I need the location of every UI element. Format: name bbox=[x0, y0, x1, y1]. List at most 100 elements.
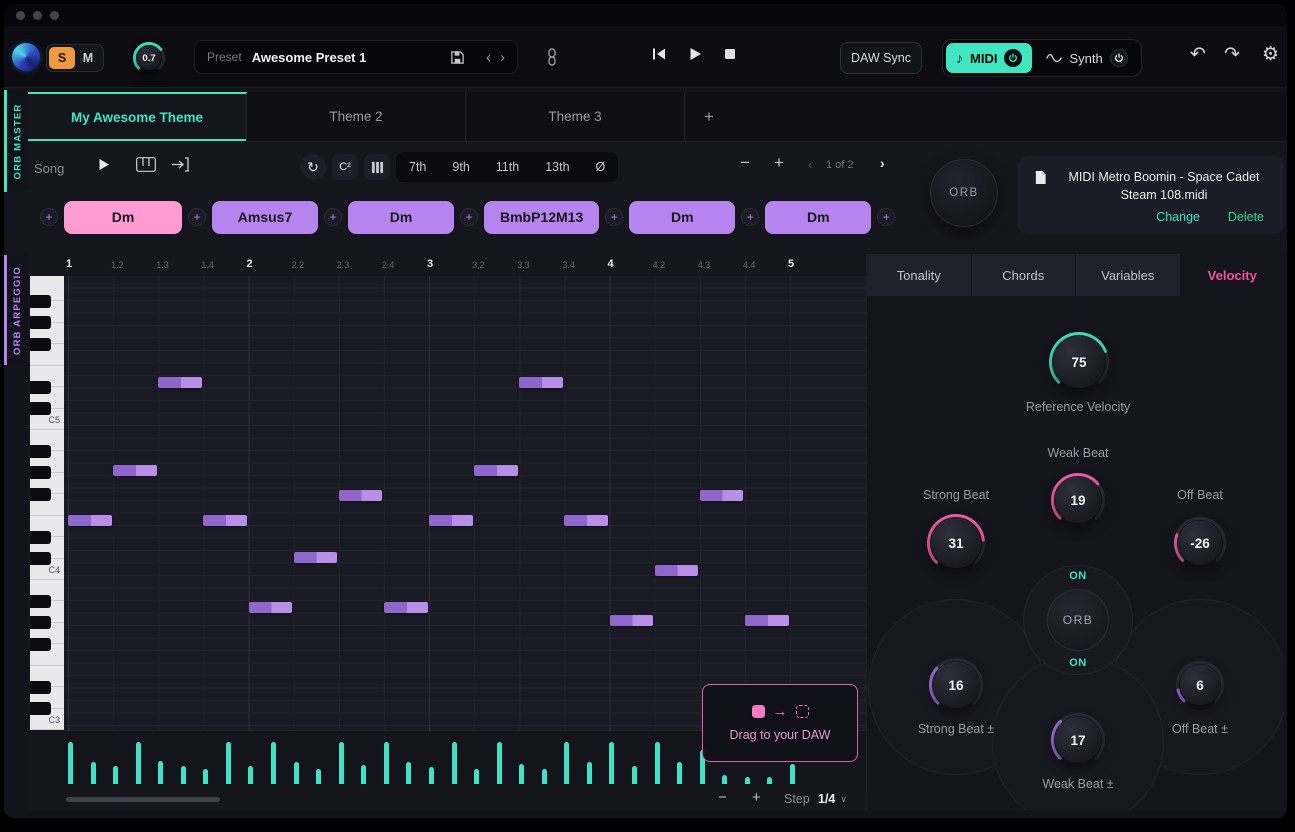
velocity-bar[interactable] bbox=[136, 742, 141, 784]
piano-black-key[interactable] bbox=[30, 531, 51, 544]
tab-variables[interactable]: Variables bbox=[1076, 254, 1181, 296]
midi-note[interactable] bbox=[339, 490, 383, 501]
window-minimize-button[interactable] bbox=[33, 11, 42, 20]
velocity-bar[interactable] bbox=[181, 766, 186, 784]
remove-page-button[interactable]: − bbox=[740, 153, 750, 173]
midi-note[interactable] bbox=[249, 602, 293, 613]
extension-button[interactable]: 9th bbox=[439, 152, 482, 182]
velocity-bar[interactable] bbox=[519, 764, 524, 784]
tab-chords[interactable]: Chords bbox=[972, 254, 1077, 296]
velocity-bar[interactable] bbox=[361, 765, 366, 784]
piano-black-key[interactable] bbox=[30, 595, 51, 608]
weak-beat-knob[interactable]: 19 bbox=[1050, 472, 1106, 528]
synth-power-icon[interactable] bbox=[1110, 49, 1128, 67]
velocity-bar[interactable] bbox=[677, 762, 682, 784]
add-theme-button[interactable]: + bbox=[685, 92, 733, 141]
mute-button[interactable]: M bbox=[75, 47, 101, 69]
play-button[interactable] bbox=[689, 47, 702, 61]
velocity-bar[interactable] bbox=[564, 742, 569, 784]
step-dropdown[interactable]: 1/4 ∨ bbox=[818, 792, 847, 806]
midi-note[interactable] bbox=[113, 465, 157, 476]
velocity-bar[interactable] bbox=[68, 742, 73, 784]
velocity-bar[interactable] bbox=[429, 767, 434, 784]
velocity-bar[interactable] bbox=[158, 761, 163, 784]
velocity-bar[interactable] bbox=[91, 762, 96, 784]
chord-pill[interactable]: Amsus7 bbox=[212, 201, 318, 234]
solo-button[interactable]: S bbox=[49, 47, 75, 69]
midi-note[interactable] bbox=[203, 515, 247, 526]
midi-note[interactable] bbox=[429, 515, 473, 526]
velocity-bar[interactable] bbox=[406, 762, 411, 784]
page-next-button[interactable]: › bbox=[880, 155, 885, 171]
drag-to-daw-box[interactable]: → Drag to your DAW bbox=[702, 684, 858, 762]
piano-black-key[interactable] bbox=[30, 638, 51, 651]
velocity-bar[interactable] bbox=[745, 777, 750, 784]
velocity-bar[interactable] bbox=[632, 766, 637, 784]
velocity-bar[interactable] bbox=[384, 742, 389, 784]
midi-toggle[interactable]: ♪ MIDI bbox=[946, 43, 1032, 73]
velocity-bar[interactable] bbox=[542, 769, 547, 784]
undo-button[interactable]: ↶ bbox=[1190, 45, 1206, 64]
velocity-bar[interactable] bbox=[248, 766, 253, 784]
piano-black-key[interactable] bbox=[30, 466, 51, 479]
add-chord-button[interactable]: + bbox=[877, 208, 895, 226]
off-beat-knob[interactable]: -26 bbox=[1173, 516, 1227, 570]
velocity-bar[interactable] bbox=[722, 775, 727, 784]
piano-black-key[interactable] bbox=[30, 552, 51, 565]
midi-note[interactable] bbox=[474, 465, 518, 476]
velocity-bar[interactable] bbox=[113, 766, 118, 784]
orb-button[interactable]: ORB bbox=[930, 159, 998, 227]
add-chord-button[interactable]: + bbox=[188, 208, 206, 226]
window-close-button[interactable] bbox=[16, 11, 25, 20]
velocity-bar[interactable] bbox=[497, 742, 502, 784]
midi-note[interactable] bbox=[294, 552, 338, 563]
daw-sync-button[interactable]: DAW Sync bbox=[840, 42, 922, 74]
weak-beat-variation-knob[interactable]: 17 bbox=[1050, 712, 1106, 768]
velocity-bar[interactable] bbox=[294, 762, 299, 784]
velocity-bar[interactable] bbox=[271, 742, 276, 784]
velocity-bar[interactable] bbox=[474, 769, 479, 784]
preset-name[interactable]: Awesome Preset 1 bbox=[252, 50, 367, 65]
midi-power-icon[interactable] bbox=[1004, 49, 1022, 67]
chord-pill[interactable]: Dm bbox=[765, 201, 871, 234]
midi-note[interactable] bbox=[564, 515, 608, 526]
zoom-out-button[interactable]: − bbox=[718, 789, 727, 806]
velocity-bar[interactable] bbox=[790, 764, 795, 784]
reference-velocity-knob[interactable]: 75 bbox=[1048, 331, 1110, 393]
grid-view-button[interactable] bbox=[364, 154, 390, 180]
off-beat-variation-knob[interactable]: 6 bbox=[1175, 660, 1225, 710]
on-toggle-bottom[interactable]: ON bbox=[1058, 657, 1098, 669]
strong-beat-knob[interactable]: 31 bbox=[926, 513, 986, 573]
velocity-bar[interactable] bbox=[452, 742, 457, 784]
next-preset-button[interactable]: › bbox=[500, 50, 505, 65]
window-zoom-button[interactable] bbox=[50, 11, 59, 20]
save-preset-icon[interactable] bbox=[450, 50, 465, 65]
piano-black-key[interactable] bbox=[30, 488, 51, 501]
orb-arpeggio-tab[interactable]: ORB ARPEGGIO bbox=[4, 255, 28, 365]
chord-display-button[interactable]: C² bbox=[332, 154, 358, 180]
velocity-bar[interactable] bbox=[226, 742, 231, 784]
skip-to-start-button[interactable] bbox=[652, 47, 667, 61]
page-prev-button[interactable]: ‹ bbox=[808, 157, 812, 172]
strong-beat-variation-knob[interactable]: 16 bbox=[928, 657, 984, 713]
midi-note[interactable] bbox=[610, 615, 654, 626]
add-chord-button[interactable]: + bbox=[40, 208, 58, 226]
velocity-bar[interactable] bbox=[655, 742, 660, 784]
velocity-bar[interactable] bbox=[316, 769, 321, 784]
export-midi-icon[interactable] bbox=[170, 157, 190, 172]
piano-black-key[interactable] bbox=[30, 445, 51, 458]
settings-gear-icon[interactable]: ⚙ bbox=[1262, 45, 1279, 64]
delete-midi-link[interactable]: Delete bbox=[1228, 210, 1264, 224]
piano-black-key[interactable] bbox=[30, 681, 51, 694]
piano-black-key[interactable] bbox=[30, 402, 51, 415]
note-grid[interactable] bbox=[64, 276, 870, 730]
chord-pill[interactable]: Dm bbox=[629, 201, 735, 234]
regenerate-button[interactable]: ↻ bbox=[300, 154, 326, 180]
add-chord-button[interactable]: + bbox=[460, 208, 478, 226]
midi-note[interactable] bbox=[655, 565, 699, 576]
redo-button[interactable]: ↷ bbox=[1224, 45, 1240, 64]
theme-tab[interactable]: Theme 3 bbox=[466, 92, 685, 141]
tab-tonality[interactable]: Tonality bbox=[867, 254, 972, 296]
velocity-bar[interactable] bbox=[767, 777, 772, 784]
prev-preset-button[interactable]: ‹ bbox=[486, 50, 491, 65]
